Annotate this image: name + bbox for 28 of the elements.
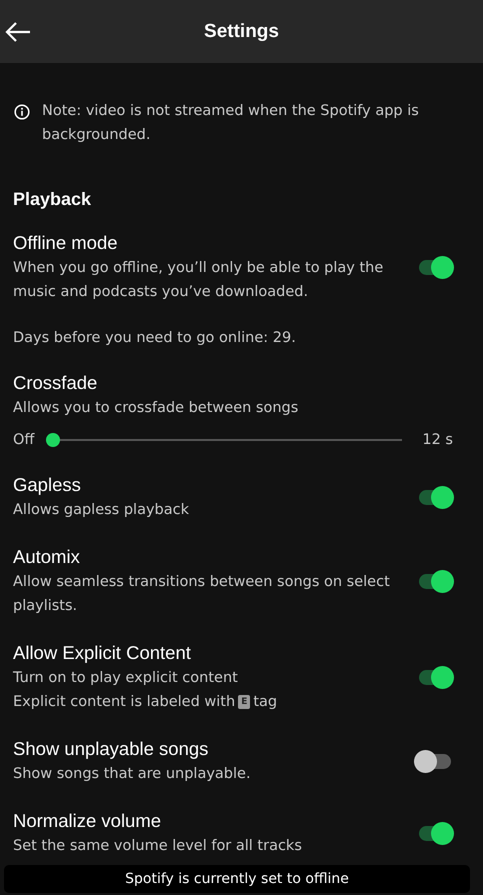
toast-message: Spotify is currently set to offline	[125, 871, 349, 887]
back-arrow-icon	[5, 22, 31, 42]
setting-title: Gapless	[13, 473, 82, 497]
setting-description: tag	[253, 693, 278, 712]
slider-track[interactable]	[46, 433, 402, 447]
info-icon	[14, 104, 30, 120]
setting-description: Days before you need to go online: 29.	[13, 329, 296, 348]
setting-title: Automix	[13, 545, 81, 569]
setting-description: Allow seamless transitions between songs on select playlists.	[13, 573, 391, 616]
section-heading: Playback	[13, 189, 92, 210]
setting-title: Allow Explicit Content	[13, 641, 192, 665]
setting-title: Crossfade	[13, 371, 98, 395]
setting-description: Allows gapless playback	[13, 501, 189, 520]
note-text: Note: video is not streamed when the Spotify app is backgrounded.	[42, 102, 420, 145]
setting-description: Turn on to play explicit content	[13, 669, 239, 688]
setting-description: Explicit content is labeled with	[13, 693, 236, 712]
setting-description: Show songs that are unplayable.	[13, 765, 251, 784]
slider-thumb[interactable]	[46, 433, 60, 447]
setting-description: Set the same volume level for all tracks	[13, 837, 302, 856]
slider-min-label: Off	[13, 432, 34, 448]
setting-title: Normalize volume	[13, 809, 162, 833]
slider-max-label: 12 s	[422, 432, 453, 448]
page-title: Settings	[204, 20, 279, 42]
setting-title: Show unplayable songs	[13, 737, 210, 761]
setting-title: Offline mode	[13, 231, 119, 255]
setting-description: Allows you to crossfade between songs	[13, 399, 300, 418]
explicit-badge: E	[238, 695, 250, 709]
setting-description: When you go offline, you’ll only be able to play the music and podcasts you’ve downloaded.	[13, 259, 384, 302]
